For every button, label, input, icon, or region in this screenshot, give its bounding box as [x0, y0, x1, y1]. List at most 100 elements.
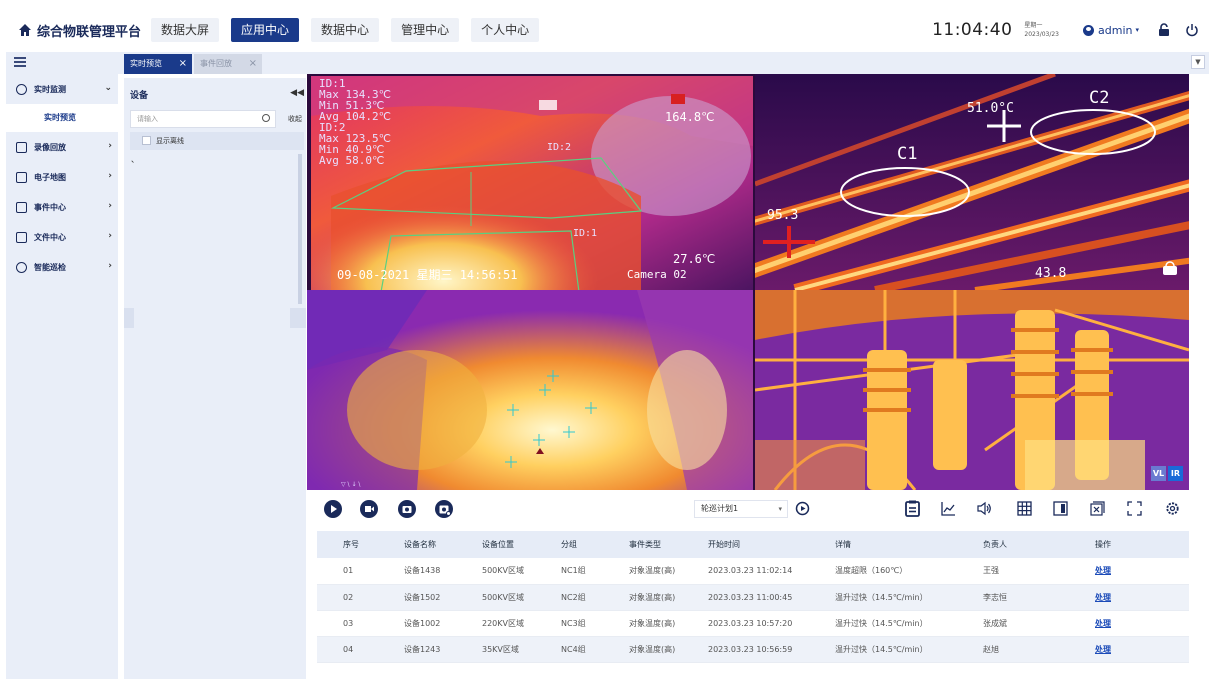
sidebar-sub-live-preview[interactable]: 实时预览: [6, 104, 118, 132]
sidebar-item-events[interactable]: 事件中心 ›: [6, 192, 118, 222]
capture-settings-icon[interactable]: [435, 500, 453, 518]
search-icon[interactable]: [262, 114, 270, 122]
snapshot-icon[interactable]: [398, 500, 416, 518]
camera-feed-4[interactable]: VL IR: [755, 290, 1189, 490]
cell-event-type: 对象温度(高): [629, 592, 676, 602]
nav-data-screen[interactable]: 数据大屏: [151, 18, 220, 42]
play-icon[interactable]: [324, 500, 342, 518]
table-row[interactable]: 02 设备1502 500KV区域 NC2组 对象温度(高) 2023.03.2…: [317, 584, 1189, 610]
region-c2-label: C2: [1089, 88, 1110, 108]
device-scrollbar[interactable]: [298, 154, 302, 304]
handle-link[interactable]: 处理: [1095, 593, 1111, 602]
header-right: 11:04:40 星期一 2023/03/23 admin ▾: [932, 8, 1199, 52]
patrol-start-icon[interactable]: [795, 501, 810, 516]
camera-icon: [16, 83, 27, 95]
chevron-right-icon: ›: [108, 171, 112, 181]
cell-owner: 赵旭: [983, 644, 999, 654]
chevron-right-icon: ›: [108, 231, 112, 241]
handle-link[interactable]: 处理: [1095, 566, 1111, 575]
spot-temperature: 51.0°C: [967, 101, 1014, 116]
camera-feed-3[interactable]: ▽ \ ↓ \: [307, 290, 753, 490]
record-icon[interactable]: [360, 500, 378, 518]
close-icon[interactable]: ×: [179, 54, 187, 74]
sidebar-item-label: 智能巡检: [34, 262, 66, 272]
tab-label: 事件回放: [200, 59, 232, 68]
device-search-input[interactable]: 请输入: [130, 110, 276, 128]
cell-start-time: 2023.03.23 11:02:14: [708, 566, 793, 576]
camera-feed-1[interactable]: ID:1 Max 134.3℃ Min 51.3℃ Avg 104.2℃ ID:…: [311, 76, 753, 292]
platform-logo[interactable]: 综合物联管理平台: [18, 21, 141, 40]
show-offline-checkbox[interactable]: [142, 136, 151, 145]
table-header-row: 序号 设备名称 设备位置 分组 事件类型 开始时间 详情 负责人 操作: [317, 531, 1189, 558]
camera-feed-2[interactable]: C1 C2 51.0°C 95.3 43.8: [755, 74, 1189, 290]
date: 2023/03/23: [1024, 31, 1060, 38]
inspect-icon: [16, 261, 27, 273]
device-tree-item[interactable]: 、: [131, 154, 139, 165]
collapse-panel-icon[interactable]: ◀◀: [290, 88, 304, 98]
lock-icon[interactable]: [1157, 23, 1171, 37]
split-layout-icon[interactable]: [1053, 501, 1068, 516]
search-placeholder: 请输入: [137, 115, 158, 123]
nav-manage-center[interactable]: 管理中心: [391, 18, 460, 42]
power-icon[interactable]: [1185, 23, 1199, 37]
playback-icon: [16, 141, 27, 153]
handle-link[interactable]: 处理: [1095, 645, 1111, 654]
grid-layout-icon[interactable]: [1017, 501, 1032, 516]
close-icon[interactable]: ×: [249, 54, 257, 74]
chevron-down-icon: ⌄: [104, 83, 112, 93]
tab-live-preview[interactable]: 实时预览 ×: [124, 54, 192, 74]
nav-personal-center[interactable]: 个人中心: [471, 18, 540, 42]
tab-dropdown-icon[interactable]: ▼: [1191, 55, 1205, 69]
nav-app-center[interactable]: 应用中心: [231, 18, 300, 42]
low-temperature: 27.6℃: [673, 252, 716, 266]
cell-event-type: 对象温度(高): [629, 618, 676, 628]
close-all-icon[interactable]: [1090, 501, 1105, 516]
chevron-down-icon: ▾: [778, 505, 782, 513]
cell-owner: 王强: [983, 566, 999, 576]
show-offline-label: 显示离线: [156, 137, 184, 145]
sidebar-item-map[interactable]: 电子地图 ›: [6, 162, 118, 192]
panel-resize-handle[interactable]: [124, 308, 134, 328]
sidebar-item-playback[interactable]: 录像回放 ›: [6, 132, 118, 162]
clipboard-icon[interactable]: [904, 500, 921, 517]
username: admin: [1098, 23, 1133, 37]
sidebar-item-label: 录像回放: [34, 142, 66, 152]
fold-button[interactable]: 收起: [288, 114, 302, 124]
cell-group: NC1组: [561, 566, 586, 576]
nav-data-center[interactable]: 数据中心: [311, 18, 380, 42]
bottom-temperature: 43.8: [1035, 266, 1067, 281]
menu-toggle-icon[interactable]: [14, 57, 26, 67]
table-row[interactable]: 04 设备1243 35KV区域 NC4组 对象温度(高) 2023.03.23…: [317, 636, 1189, 662]
sidebar-item-inspection[interactable]: 智能巡检 ›: [6, 252, 118, 282]
audio-icon[interactable]: [977, 501, 992, 516]
infrared-button[interactable]: IR: [1168, 466, 1183, 481]
patrol-plan-value: 轮巡计划1: [701, 504, 739, 513]
cell-index: 03: [343, 618, 354, 628]
chevron-right-icon: ›: [108, 141, 112, 151]
table-row[interactable]: 01 设备1438 500KV区域 NC1组 对象温度(高) 2023.03.2…: [317, 558, 1189, 584]
camera-name: Camera 02: [627, 268, 687, 281]
user-menu[interactable]: admin ▾: [1083, 24, 1139, 37]
cell-device-name: 设备1502: [404, 592, 441, 602]
visible-light-button[interactable]: VL: [1151, 466, 1166, 481]
cell-location: 500KV区域: [482, 566, 524, 576]
gear-icon[interactable]: [1165, 501, 1180, 516]
svg-text:▽ \ ↓ \: ▽ \ ↓ \: [341, 481, 361, 488]
panel-resize-handle[interactable]: [290, 308, 306, 328]
handle-link[interactable]: 处理: [1095, 619, 1111, 628]
line-chart-icon[interactable]: [941, 501, 956, 516]
region-label: ID:1: [573, 228, 598, 239]
table-row[interactable]: 03 设备1002 220KV区域 NC3组 对象温度(高) 2023.03.2…: [317, 610, 1189, 636]
thermal-image-3: ▽ \ ↓ \: [307, 290, 753, 490]
tab-event-playback[interactable]: 事件回放 ×: [194, 54, 262, 74]
patrol-plan-select[interactable]: 轮巡计划1 ▾: [694, 500, 788, 518]
video-toolbar: 轮巡计划1 ▾: [307, 490, 1189, 530]
fullscreen-icon[interactable]: [1127, 501, 1142, 516]
col-detail: 详情: [835, 540, 851, 549]
sidebar-item-realtime[interactable]: 实时监测 ⌄: [6, 74, 118, 104]
show-offline-toggle[interactable]: 显示离线: [130, 132, 304, 150]
sidebar-item-files[interactable]: 文件中心 ›: [6, 222, 118, 252]
cell-location: 35KV区域: [482, 644, 519, 654]
tab-strip: 实时预览 × 事件回放 × ▼: [6, 52, 1209, 74]
event-table: 序号 设备名称 设备位置 分组 事件类型 开始时间 详情 负责人 操作 01 设…: [317, 531, 1189, 679]
